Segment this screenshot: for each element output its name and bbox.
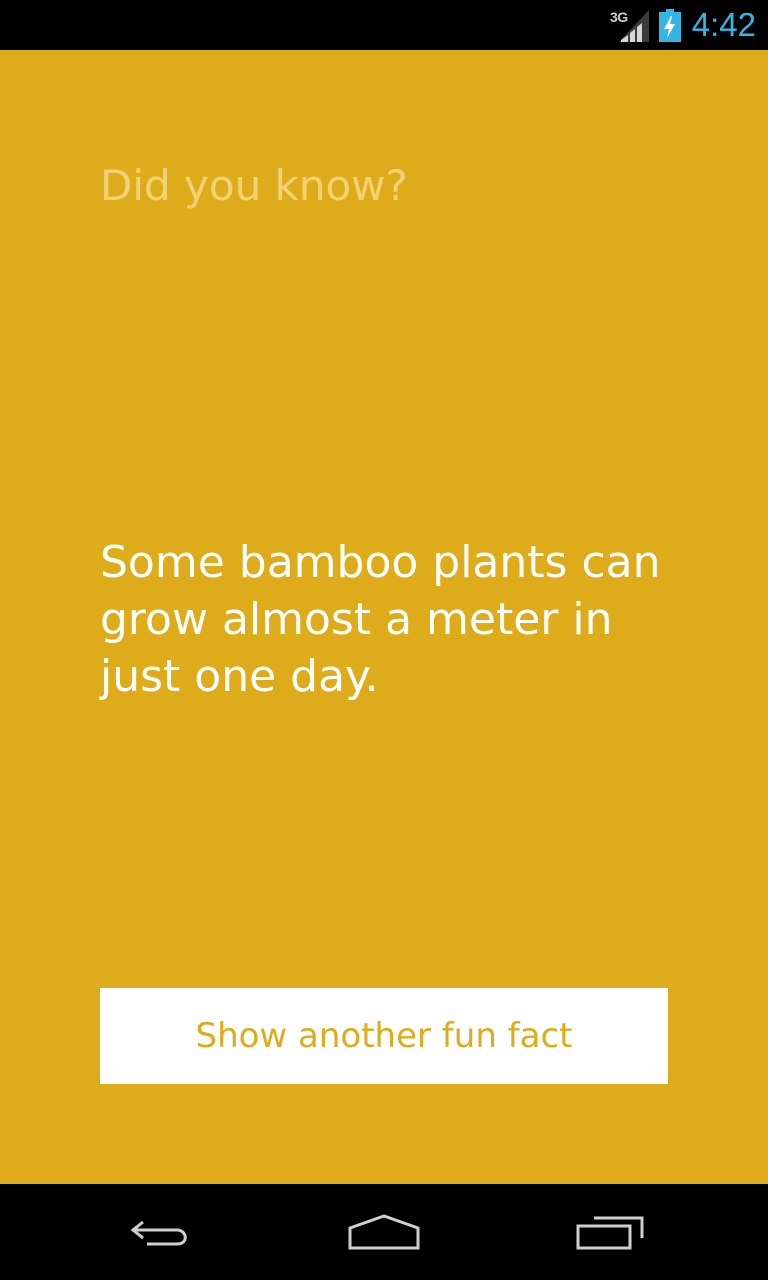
clock: 4:42 <box>691 6 756 43</box>
navigation-bar <box>0 1184 768 1280</box>
battery-charging-icon <box>659 9 681 42</box>
back-button[interactable] <box>110 1202 210 1262</box>
fun-facts-screen: Did you know? Some bamboo plants can gro… <box>0 50 768 1184</box>
home-icon <box>348 1214 420 1250</box>
home-button[interactable] <box>334 1202 434 1262</box>
signal-icon <box>619 10 649 42</box>
did-you-know-label: Did you know? <box>100 161 408 210</box>
recent-apps-button[interactable] <box>560 1202 660 1262</box>
status-bar: 3G 4:42 <box>0 0 768 50</box>
recent-apps-icon <box>576 1216 644 1250</box>
fact-text: Some bamboo plants can grow almost a met… <box>100 537 661 702</box>
back-icon <box>130 1220 187 1246</box>
show-another-fact-button[interactable]: Show another fun fact <box>100 988 668 1084</box>
